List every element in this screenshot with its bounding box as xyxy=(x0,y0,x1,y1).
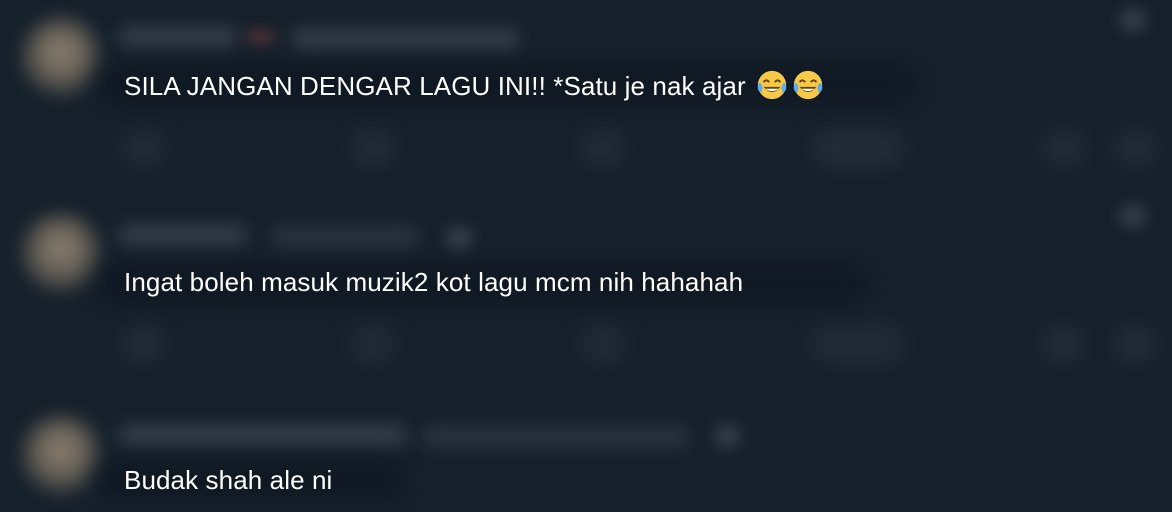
bookmark-icon[interactable] xyxy=(1040,128,1086,168)
handle-timestamp-blurred xyxy=(290,28,520,50)
tears-of-joy-emoji xyxy=(793,70,823,100)
reply-icon[interactable] xyxy=(120,128,166,168)
bookmark-icon[interactable] xyxy=(1040,324,1086,364)
more-options-icon[interactable] xyxy=(1120,206,1146,226)
reply-item[interactable]: SILA JANGAN DENGAR LAGU INI!! *Satu je n… xyxy=(0,0,1172,196)
tears-of-joy-emoji xyxy=(757,70,787,100)
views-icon[interactable] xyxy=(810,324,906,364)
username-blurred[interactable] xyxy=(118,224,248,246)
username-blurred[interactable] xyxy=(118,424,408,446)
like-icon[interactable] xyxy=(580,128,626,168)
reply-item[interactable]: Budak shah ale ni xyxy=(0,392,1172,512)
reply-body: Ingat boleh masuk muzik2 kot lagu mcm ni… xyxy=(124,267,744,297)
share-icon[interactable] xyxy=(1112,128,1158,168)
verified-badge-blurred xyxy=(246,30,276,44)
avatar[interactable] xyxy=(22,214,100,292)
username-blurred[interactable] xyxy=(118,26,238,48)
share-icon[interactable] xyxy=(1112,324,1158,364)
retweet-icon[interactable] xyxy=(350,128,396,168)
views-icon[interactable] xyxy=(810,128,906,168)
reply-thread: SILA JANGAN DENGAR LAGU INI!! *Satu je n… xyxy=(0,0,1172,512)
more-options-icon[interactable] xyxy=(1120,10,1146,30)
reply-body: SILA JANGAN DENGAR LAGU INI!! *Satu je n… xyxy=(124,71,746,101)
retweet-icon[interactable] xyxy=(350,324,396,364)
avatar[interactable] xyxy=(22,18,100,96)
handle-blurred xyxy=(270,226,420,248)
avatar[interactable] xyxy=(22,416,100,494)
reply-icon[interactable] xyxy=(120,324,166,364)
handle-blurred xyxy=(420,426,690,448)
reply-text: Ingat boleh masuk muzik2 kot lagu mcm ni… xyxy=(124,266,743,298)
reply-text: SILA JANGAN DENGAR LAGU INI!! *Satu je n… xyxy=(124,68,825,102)
timestamp-blurred xyxy=(446,228,472,248)
like-icon[interactable] xyxy=(580,324,626,364)
reply-item[interactable]: Ingat boleh masuk muzik2 kot lagu mcm ni… xyxy=(0,196,1172,392)
reply-text: Budak shah ale ni xyxy=(124,464,332,496)
reply-body: Budak shah ale ni xyxy=(124,465,333,495)
timestamp-blurred xyxy=(714,426,740,446)
